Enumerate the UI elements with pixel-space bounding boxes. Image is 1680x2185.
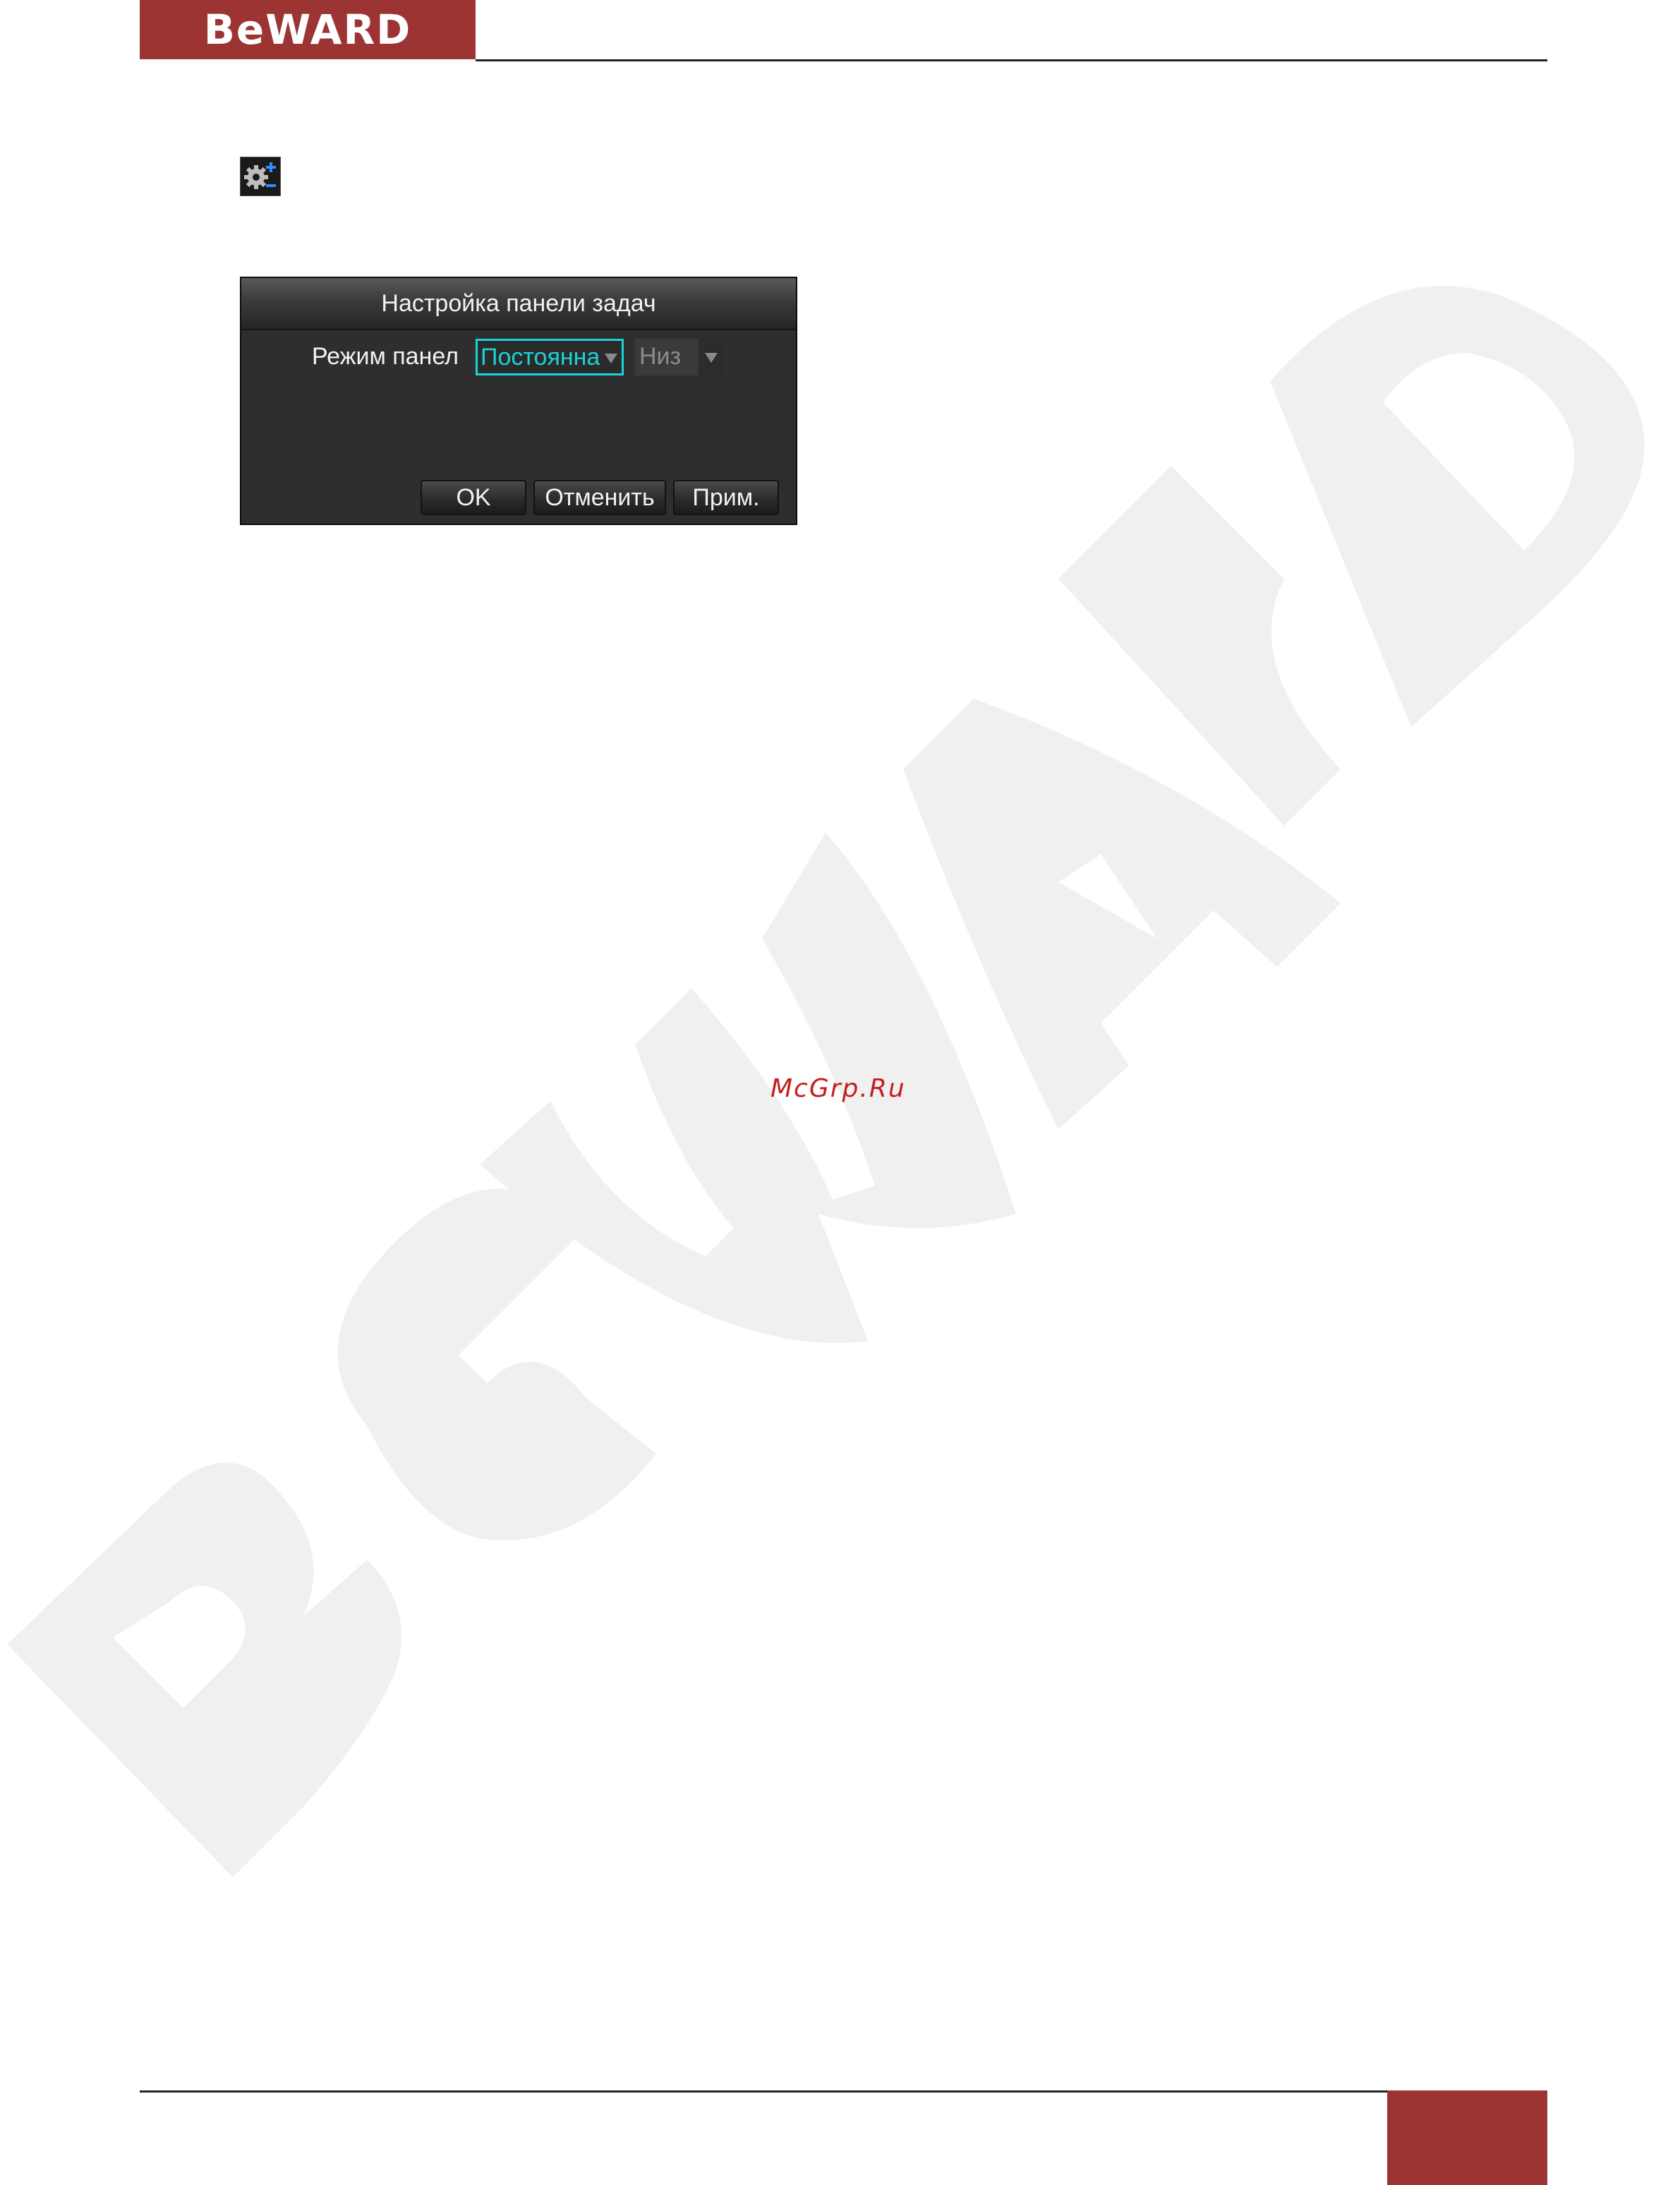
ok-button[interactable]: OK (421, 480, 526, 515)
footer-rule (140, 2090, 1389, 2093)
panel-position-value: Низ (639, 343, 682, 370)
taskbar-settings-dialog: Настройка панели задач Режим панел Посто… (240, 277, 797, 525)
taskbar-settings-icon (240, 157, 281, 196)
apply-button[interactable]: Прим. (673, 480, 779, 515)
panel-mode-value: Постоянна (481, 344, 600, 371)
source-watermark: McGrp.Ru (770, 1074, 906, 1103)
cancel-button[interactable]: Отменить (533, 480, 666, 515)
panel-mode-select[interactable]: Постоянна (476, 339, 624, 375)
footer-page-block (1387, 2090, 1547, 2185)
dialog-title: Настройка панели задач (241, 278, 796, 330)
chevron-down-icon (605, 354, 617, 363)
chevron-down-icon (705, 353, 718, 363)
panel-position-select[interactable]: Низ (635, 339, 724, 375)
logo-text: BeWARD (203, 6, 412, 54)
beward-logo: BeWARD (140, 0, 476, 59)
panel-mode-label: Режим панел (312, 343, 459, 370)
panel-position-dropdown-button[interactable] (699, 339, 724, 375)
header-rule (476, 59, 1547, 61)
